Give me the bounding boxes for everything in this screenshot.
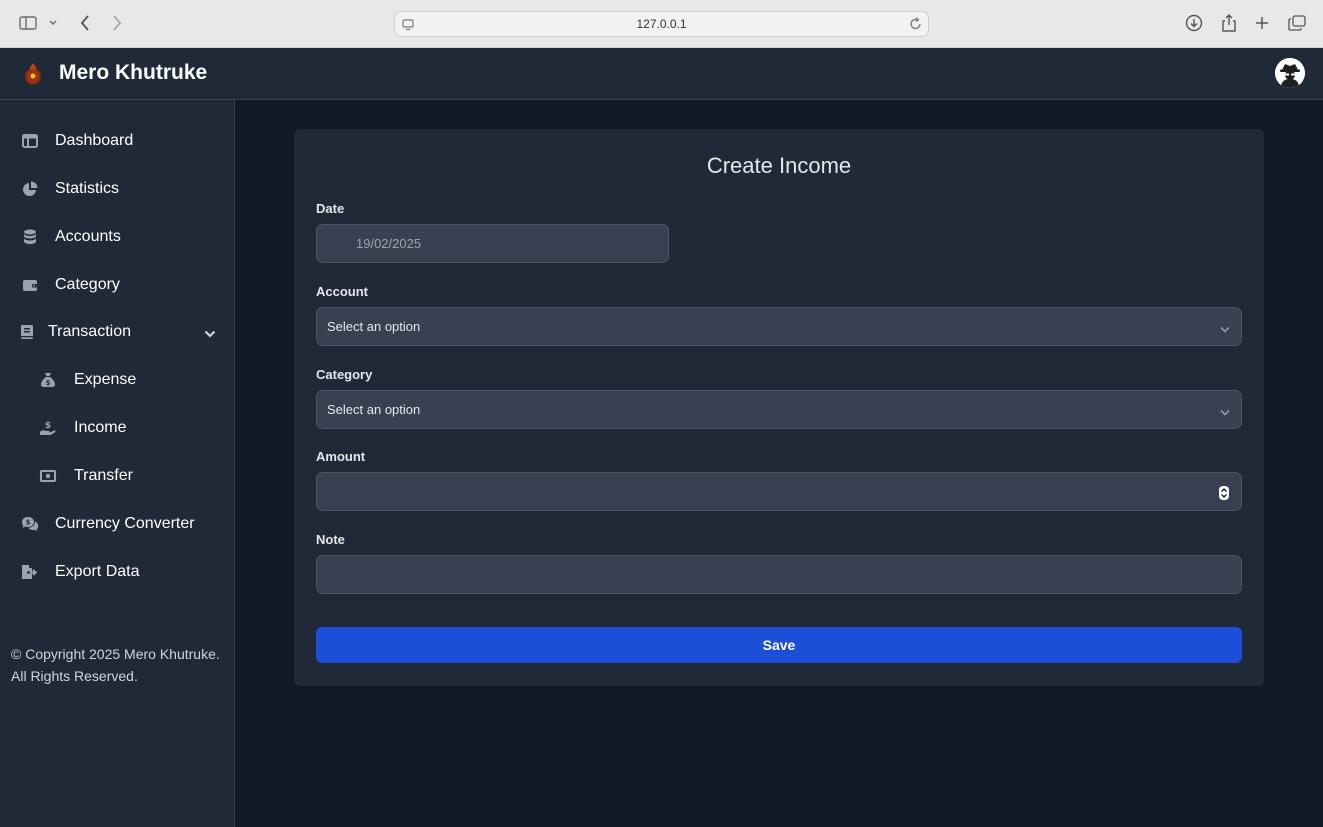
table-columns-icon <box>21 132 39 150</box>
app-brand[interactable]: Mero Khutruke <box>59 61 207 85</box>
account-label: Account <box>316 284 368 299</box>
chevron-down-icon[interactable] <box>204 325 216 343</box>
page-title: Create Income <box>706 153 852 178</box>
wallet-icon <box>21 276 39 294</box>
database-icon <box>21 228 39 246</box>
sidebar-item-export-data[interactable]: Export Data <box>0 552 234 592</box>
sidebar-item-label: Expense <box>74 371 137 388</box>
category-select[interactable]: Select an option <box>316 390 1242 429</box>
forward-icon[interactable] <box>108 12 126 34</box>
sidebar-item-category[interactable]: Category <box>0 265 234 305</box>
sidebar-item-dashboard[interactable]: Dashboard <box>0 121 234 161</box>
pie-chart-icon <box>21 180 39 198</box>
sidebar-item-statistics[interactable]: Statistics <box>0 169 234 209</box>
account-select-value: Select an option <box>327 319 421 334</box>
money-bag-icon: $ <box>39 371 57 389</box>
note-label: Note <box>316 532 345 547</box>
sidebar-item-label: Income <box>74 419 127 436</box>
sidebar-item-label: Currency Converter <box>55 515 195 532</box>
svg-text:$: $ <box>46 379 51 387</box>
sidebar-toggle-icon[interactable] <box>18 12 38 34</box>
copyright-text: © Copyright 2025 Mero Khutruke. All Righ… <box>11 646 220 684</box>
account-select[interactable]: Select an option <box>316 307 1242 346</box>
note-input[interactable] <box>316 555 1242 594</box>
app-header: Mero Khutruke <box>0 48 1323 100</box>
sidebar-item-label: Transaction <box>48 323 131 340</box>
money-bill-transfer-icon <box>39 467 57 485</box>
sidebar-item-accounts[interactable]: Accounts <box>0 217 234 257</box>
date-label: Date <box>316 201 345 216</box>
sidebar-item-income[interactable]: $ Income <box>0 408 234 448</box>
sidebar-item-label: Export Data <box>55 563 140 580</box>
hand-dollar-icon: $ <box>39 419 57 437</box>
category-label: Category <box>316 367 373 382</box>
create-income-form: Create Income Date 19/02/2025 Account Se… <box>294 129 1264 686</box>
sidebar-item-label: Transfer <box>74 467 133 484</box>
sidebar-item-label: Dashboard <box>55 132 134 149</box>
amount-label: Amount <box>316 449 366 464</box>
number-stepper-icon[interactable] <box>1218 485 1230 501</box>
sidebar-item-label: Accounts <box>55 228 121 245</box>
browser-toolbar: 127.0.0.1 <box>0 0 1323 48</box>
date-value: 19/02/2025 <box>356 236 422 251</box>
tab-overview-icon[interactable] <box>1287 12 1307 34</box>
file-export-icon <box>21 563 39 581</box>
sidebar-item-label: Category <box>55 276 120 293</box>
sidebar-item-transaction[interactable]: Transaction <box>0 312 234 352</box>
comments-dollar-icon: $ <box>21 515 39 533</box>
amount-input[interactable] <box>316 472 1242 511</box>
save-button[interactable]: Save <box>316 627 1242 663</box>
book-icon <box>18 323 36 341</box>
logo-icon[interactable] <box>22 62 44 86</box>
chevron-down-icon <box>1220 404 1230 419</box>
sidebar-item-transfer[interactable]: Transfer <box>0 456 234 496</box>
date-field[interactable]: 19/02/2025 <box>316 224 669 263</box>
sidebar: Dashboard Statistics Accounts Category T… <box>0 100 235 827</box>
chevron-down-icon[interactable] <box>47 12 59 34</box>
avatar[interactable] <box>1275 58 1305 88</box>
address-bar[interactable]: 127.0.0.1 <box>394 11 929 37</box>
sidebar-item-label: Statistics <box>55 180 120 197</box>
new-tab-icon[interactable] <box>1253 12 1271 34</box>
back-icon[interactable] <box>76 12 94 34</box>
url-text: 127.0.0.1 <box>636 17 687 31</box>
download-icon[interactable] <box>1184 12 1204 34</box>
svg-text:$: $ <box>26 519 31 527</box>
sidebar-item-expense[interactable]: $ Expense <box>0 360 234 400</box>
category-select-value: Select an option <box>327 402 421 417</box>
sidebar-item-currency-converter[interactable]: $ Currency Converter <box>0 504 234 544</box>
share-icon[interactable] <box>1219 12 1239 34</box>
reload-icon[interactable] <box>910 17 922 36</box>
chevron-down-icon <box>1220 321 1230 336</box>
svg-text:$: $ <box>45 421 51 431</box>
